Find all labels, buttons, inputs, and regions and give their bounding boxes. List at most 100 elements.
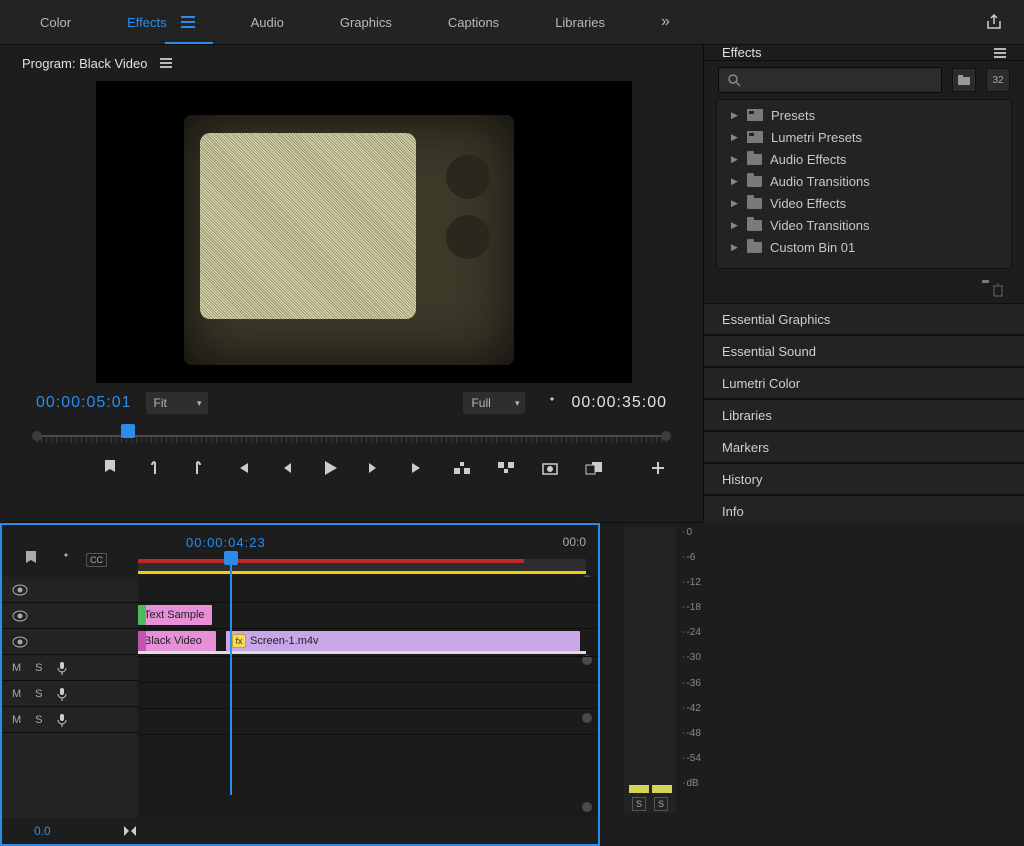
tab-captions[interactable]: Captions bbox=[448, 15, 499, 30]
video-track-lane[interactable]: Black Video fxScreen-1.m4v bbox=[138, 629, 598, 657]
tab-libraries[interactable]: Libraries bbox=[555, 15, 605, 30]
wrench-tool-icon[interactable] bbox=[54, 551, 70, 567]
effects-category[interactable]: ▶ Custom Bin 01 bbox=[731, 236, 1001, 258]
tab-graphics[interactable]: Graphics bbox=[340, 15, 392, 30]
effects-category[interactable]: ▶ Audio Transitions bbox=[731, 170, 1001, 192]
mic-icon[interactable] bbox=[57, 661, 67, 675]
audio-track-lane[interactable] bbox=[138, 709, 598, 735]
captions-toggle-icon[interactable]: CC bbox=[86, 553, 107, 567]
folder-icon bbox=[747, 198, 762, 209]
add-marker-icon[interactable] bbox=[101, 459, 119, 477]
new-bin-icon[interactable] bbox=[952, 68, 976, 92]
audio-track-lane[interactable] bbox=[138, 683, 598, 709]
overflow-icon[interactable]: » bbox=[661, 13, 670, 31]
effects-category[interactable]: ▶ Video Transitions bbox=[731, 214, 1001, 236]
video-track-lane[interactable] bbox=[138, 577, 598, 603]
db-tick: -48 bbox=[682, 728, 701, 739]
folder-icon bbox=[747, 242, 762, 253]
accordion-lumetri-color[interactable]: Lumetri Color bbox=[704, 367, 1024, 399]
audio-track-header[interactable]: MS bbox=[2, 707, 138, 733]
video-track-header[interactable] bbox=[2, 603, 138, 629]
timeline-playhead-tc[interactable]: 00:00:04:23 bbox=[186, 535, 266, 550]
step-forward-icon[interactable] bbox=[365, 459, 383, 477]
audio-track-lane[interactable] bbox=[138, 657, 598, 683]
mute-button[interactable]: M bbox=[12, 714, 21, 726]
video-track-header[interactable] bbox=[2, 577, 138, 603]
clip[interactable]: Text Sample bbox=[138, 605, 212, 625]
scroll-handle[interactable] bbox=[582, 802, 592, 812]
mic-icon[interactable] bbox=[57, 687, 67, 701]
db-tick: -54 bbox=[682, 753, 701, 764]
solo-l-button[interactable]: S bbox=[632, 797, 646, 811]
solo-button[interactable]: S bbox=[35, 688, 42, 700]
go-to-in-icon[interactable] bbox=[233, 459, 251, 477]
effects-tree: ▶ Presets▶ Lumetri Presets▶ Audio Effect… bbox=[716, 99, 1012, 269]
program-preview[interactable] bbox=[96, 81, 632, 383]
zoom-dropdown[interactable]: Fit▾ bbox=[146, 392, 208, 414]
clip[interactable]: fxScreen-1.m4v bbox=[226, 631, 580, 651]
accordion-history[interactable]: History bbox=[704, 463, 1024, 495]
effects-category[interactable]: ▶ Video Effects bbox=[731, 192, 1001, 214]
effects-category[interactable]: ▶ Presets bbox=[731, 104, 1001, 126]
category-label: Video Effects bbox=[770, 196, 846, 211]
tab-color[interactable]: Color bbox=[40, 15, 71, 30]
go-to-out-icon[interactable] bbox=[409, 459, 427, 477]
in-handle[interactable] bbox=[32, 431, 42, 441]
lift-icon[interactable] bbox=[453, 459, 471, 477]
mark-in-icon[interactable] bbox=[145, 459, 163, 477]
link-toggle-icon[interactable] bbox=[122, 825, 138, 837]
accordion-essential-sound[interactable]: Essential Sound bbox=[704, 335, 1024, 367]
db-tick: -30 bbox=[682, 652, 701, 663]
marker-tool-icon[interactable] bbox=[24, 551, 38, 567]
solo-r-button[interactable]: S bbox=[654, 797, 668, 811]
eye-icon[interactable] bbox=[12, 636, 28, 648]
export-frame-icon[interactable] bbox=[541, 459, 559, 477]
extract-icon[interactable] bbox=[497, 459, 515, 477]
audio-track-header[interactable]: MS bbox=[2, 655, 138, 681]
accordion-markers[interactable]: Markers bbox=[704, 431, 1024, 463]
solo-button[interactable]: S bbox=[35, 714, 42, 726]
effects-category[interactable]: ▶ Lumetri Presets bbox=[731, 126, 1001, 148]
out-handle[interactable] bbox=[661, 431, 671, 441]
accordion-essential-graphics[interactable]: Essential Graphics bbox=[704, 303, 1024, 335]
tab-effects[interactable]: Effects bbox=[127, 15, 167, 30]
effects-category[interactable]: ▶ Audio Effects bbox=[731, 148, 1001, 170]
timeline-ruler[interactable]: 00:00:04:23 00:0 bbox=[138, 525, 598, 577]
play-icon[interactable] bbox=[321, 459, 339, 477]
eye-icon[interactable] bbox=[12, 610, 28, 622]
current-timecode[interactable]: 00:00:05:01 bbox=[36, 394, 132, 412]
mark-out-icon[interactable] bbox=[189, 459, 207, 477]
timeline-playhead[interactable] bbox=[224, 551, 238, 565]
delete-icon[interactable] bbox=[992, 283, 1004, 297]
program-scrubber[interactable] bbox=[36, 427, 667, 445]
effects-panel-menu-icon[interactable] bbox=[994, 48, 1006, 58]
preset-icon bbox=[747, 109, 763, 121]
resolution-dropdown[interactable]: Full▾ bbox=[463, 392, 525, 414]
program-title: Program: Black Video bbox=[22, 56, 148, 71]
mic-icon[interactable] bbox=[57, 713, 67, 727]
button-editor-icon[interactable] bbox=[649, 459, 667, 477]
workspace-tabs: Color Effects Audio Graphics Captions Li… bbox=[0, 0, 1024, 44]
audio-track-header[interactable]: MS bbox=[2, 681, 138, 707]
eye-icon[interactable] bbox=[12, 584, 28, 596]
fx-badge-icon[interactable]: 32 bbox=[986, 68, 1010, 92]
accordion-libraries[interactable]: Libraries bbox=[704, 399, 1024, 431]
video-track-header[interactable] bbox=[2, 629, 138, 655]
mute-button[interactable]: M bbox=[12, 662, 21, 674]
mute-button[interactable]: M bbox=[12, 688, 21, 700]
comparison-view-icon[interactable] bbox=[585, 459, 603, 477]
export-icon[interactable] bbox=[984, 12, 1004, 32]
effects-search-input[interactable] bbox=[718, 67, 942, 93]
playhead-indicator[interactable] bbox=[121, 424, 135, 438]
category-label: Custom Bin 01 bbox=[770, 240, 855, 255]
tab-audio[interactable]: Audio bbox=[251, 15, 284, 30]
clip[interactable]: Black Video bbox=[138, 631, 216, 651]
category-label: Audio Effects bbox=[770, 152, 846, 167]
video-track-lane[interactable]: Text Sample bbox=[138, 603, 598, 629]
settings-icon[interactable] bbox=[539, 394, 557, 412]
solo-button[interactable]: S bbox=[35, 662, 42, 674]
step-back-icon[interactable] bbox=[277, 459, 295, 477]
tab-effects-menu-icon[interactable] bbox=[181, 16, 195, 28]
panel-menu-icon[interactable] bbox=[160, 58, 172, 68]
zoom-level[interactable]: 0.0 bbox=[12, 824, 51, 838]
